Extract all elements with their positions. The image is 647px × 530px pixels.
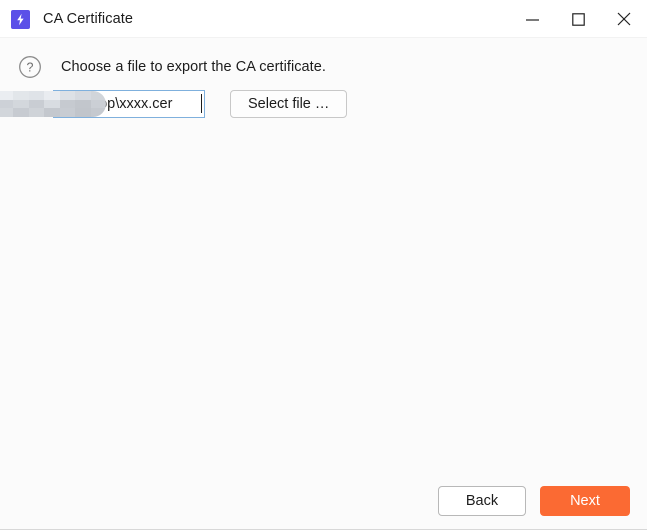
window-controls <box>509 0 647 38</box>
prompt-row: ? Choose a file to export the CA certifi… <box>0 38 647 79</box>
dialog-footer: Back Next <box>438 486 630 516</box>
select-file-button[interactable]: Select file … <box>230 90 348 118</box>
lightning-bolt-icon <box>11 9 30 29</box>
text-caret <box>201 94 202 113</box>
title-bar-left: CA Certificate <box>0 9 134 29</box>
window-title: CA Certificate <box>43 11 134 27</box>
title-bar: CA Certificate <box>0 0 647 38</box>
file-path-row: Select file … <box>0 79 647 118</box>
dialog-content: ? Choose a file to export the CA certifi… <box>0 38 647 529</box>
back-button[interactable]: Back <box>438 486 526 516</box>
minimize-button[interactable] <box>509 0 555 38</box>
svg-text:?: ? <box>27 61 34 75</box>
maximize-button[interactable] <box>555 0 601 38</box>
file-path-field-wrap <box>0 90 205 118</box>
ca-certificate-dialog: CA Certificate ? Choose a file to export… <box>0 0 647 530</box>
prompt-text: Choose a file to export the CA certifica… <box>61 59 326 75</box>
file-path-input[interactable] <box>53 90 205 118</box>
next-button[interactable]: Next <box>540 486 630 516</box>
question-mark-circle-icon: ? <box>18 55 42 79</box>
close-button[interactable] <box>601 0 647 38</box>
